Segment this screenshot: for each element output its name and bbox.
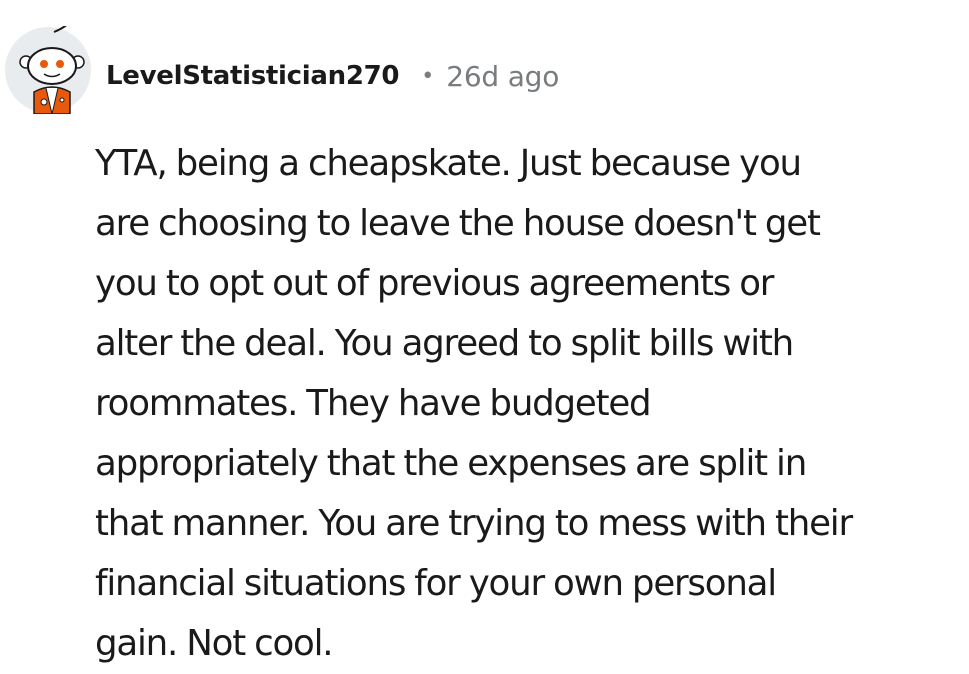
- comment: LevelStatistician270 • 26d ago YTA, bein…: [0, 0, 969, 672]
- comment-body-line: are choosing to leave the house doesn't …: [95, 203, 821, 244]
- comment-body-line: you to opt out of previous agreements or: [95, 263, 774, 304]
- avatar[interactable]: [4, 26, 92, 114]
- comment-body-line: appropriately that the expenses are spli…: [95, 443, 807, 484]
- comment-body-line: roommates. They have budgeted: [95, 383, 652, 424]
- comment-body-line: financial situations for your own person…: [95, 563, 777, 604]
- username-link[interactable]: LevelStatistician270: [106, 61, 400, 91]
- comment-body-line: gain. Not cool.: [95, 623, 334, 664]
- comment-meta: LevelStatistician270 • 26d ago: [106, 56, 559, 96]
- meta-separator: •: [421, 63, 435, 89]
- comment-body: YTA, being a cheapskate. Just because yo…: [95, 134, 965, 674]
- snoo-avatar-icon: [5, 26, 91, 114]
- comment-body-line: YTA, being a cheapskate. Just because yo…: [95, 143, 802, 184]
- timestamp[interactable]: 26d ago: [446, 60, 559, 93]
- comment-body-line: that manner. You are trying to mess with…: [95, 503, 853, 544]
- comment-body-line: alter the deal. You agreed to split bill…: [95, 323, 794, 364]
